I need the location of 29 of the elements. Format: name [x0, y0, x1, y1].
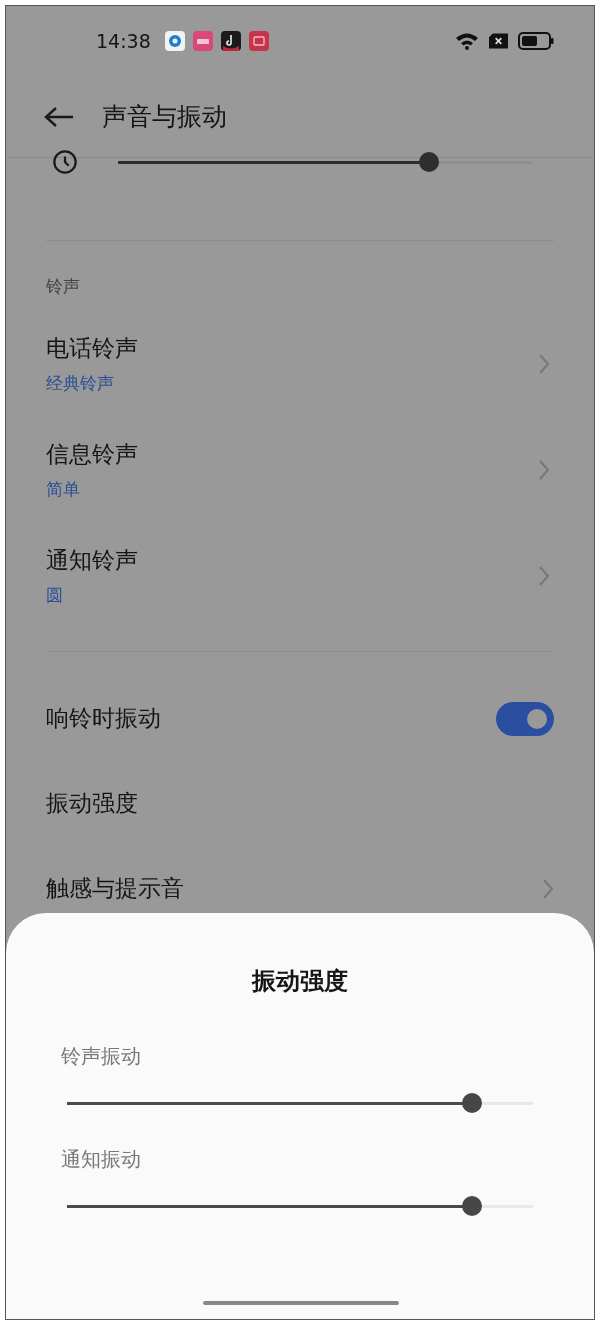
- chevron-icon: [538, 353, 550, 375]
- page-title: 声音与振动: [102, 101, 227, 133]
- section-title: 铃声: [45, 275, 81, 298]
- app-icon: [164, 31, 185, 51]
- battery-icon: [518, 32, 554, 50]
- setting-value: 经典铃声: [46, 372, 115, 395]
- setting-label[interactable]: 触感与提示音: [46, 873, 184, 904]
- chevron-icon: [538, 565, 550, 587]
- setting-value: 圆: [46, 584, 64, 607]
- setting-label[interactable]: 振动强度: [46, 788, 138, 819]
- chevron-icon: [542, 877, 554, 900]
- clock-icon: [52, 149, 78, 175]
- setting-label[interactable]: 电话铃声: [46, 333, 138, 364]
- app-icon: [192, 31, 213, 51]
- app-icon: [248, 31, 269, 51]
- no-sim-icon: [489, 33, 508, 49]
- wifi-icon: [455, 32, 479, 50]
- sheet-title: 振动强度: [250, 966, 349, 997]
- setting-label[interactable]: 通知铃声: [46, 545, 138, 576]
- app-icon: [220, 31, 241, 51]
- setting-label[interactable]: 响铃时振动: [46, 703, 161, 734]
- back-arrow-icon[interactable]: [44, 105, 74, 128]
- setting-value: 简单: [46, 478, 81, 501]
- chevron-icon: [538, 459, 550, 481]
- status-time: 14:38: [96, 30, 151, 52]
- toggle-switch[interactable]: [496, 701, 554, 736]
- slider-label: 铃声振动: [61, 1044, 142, 1068]
- slider-label: 通知振动: [61, 1147, 142, 1171]
- setting-label[interactable]: 信息铃声: [46, 439, 138, 470]
